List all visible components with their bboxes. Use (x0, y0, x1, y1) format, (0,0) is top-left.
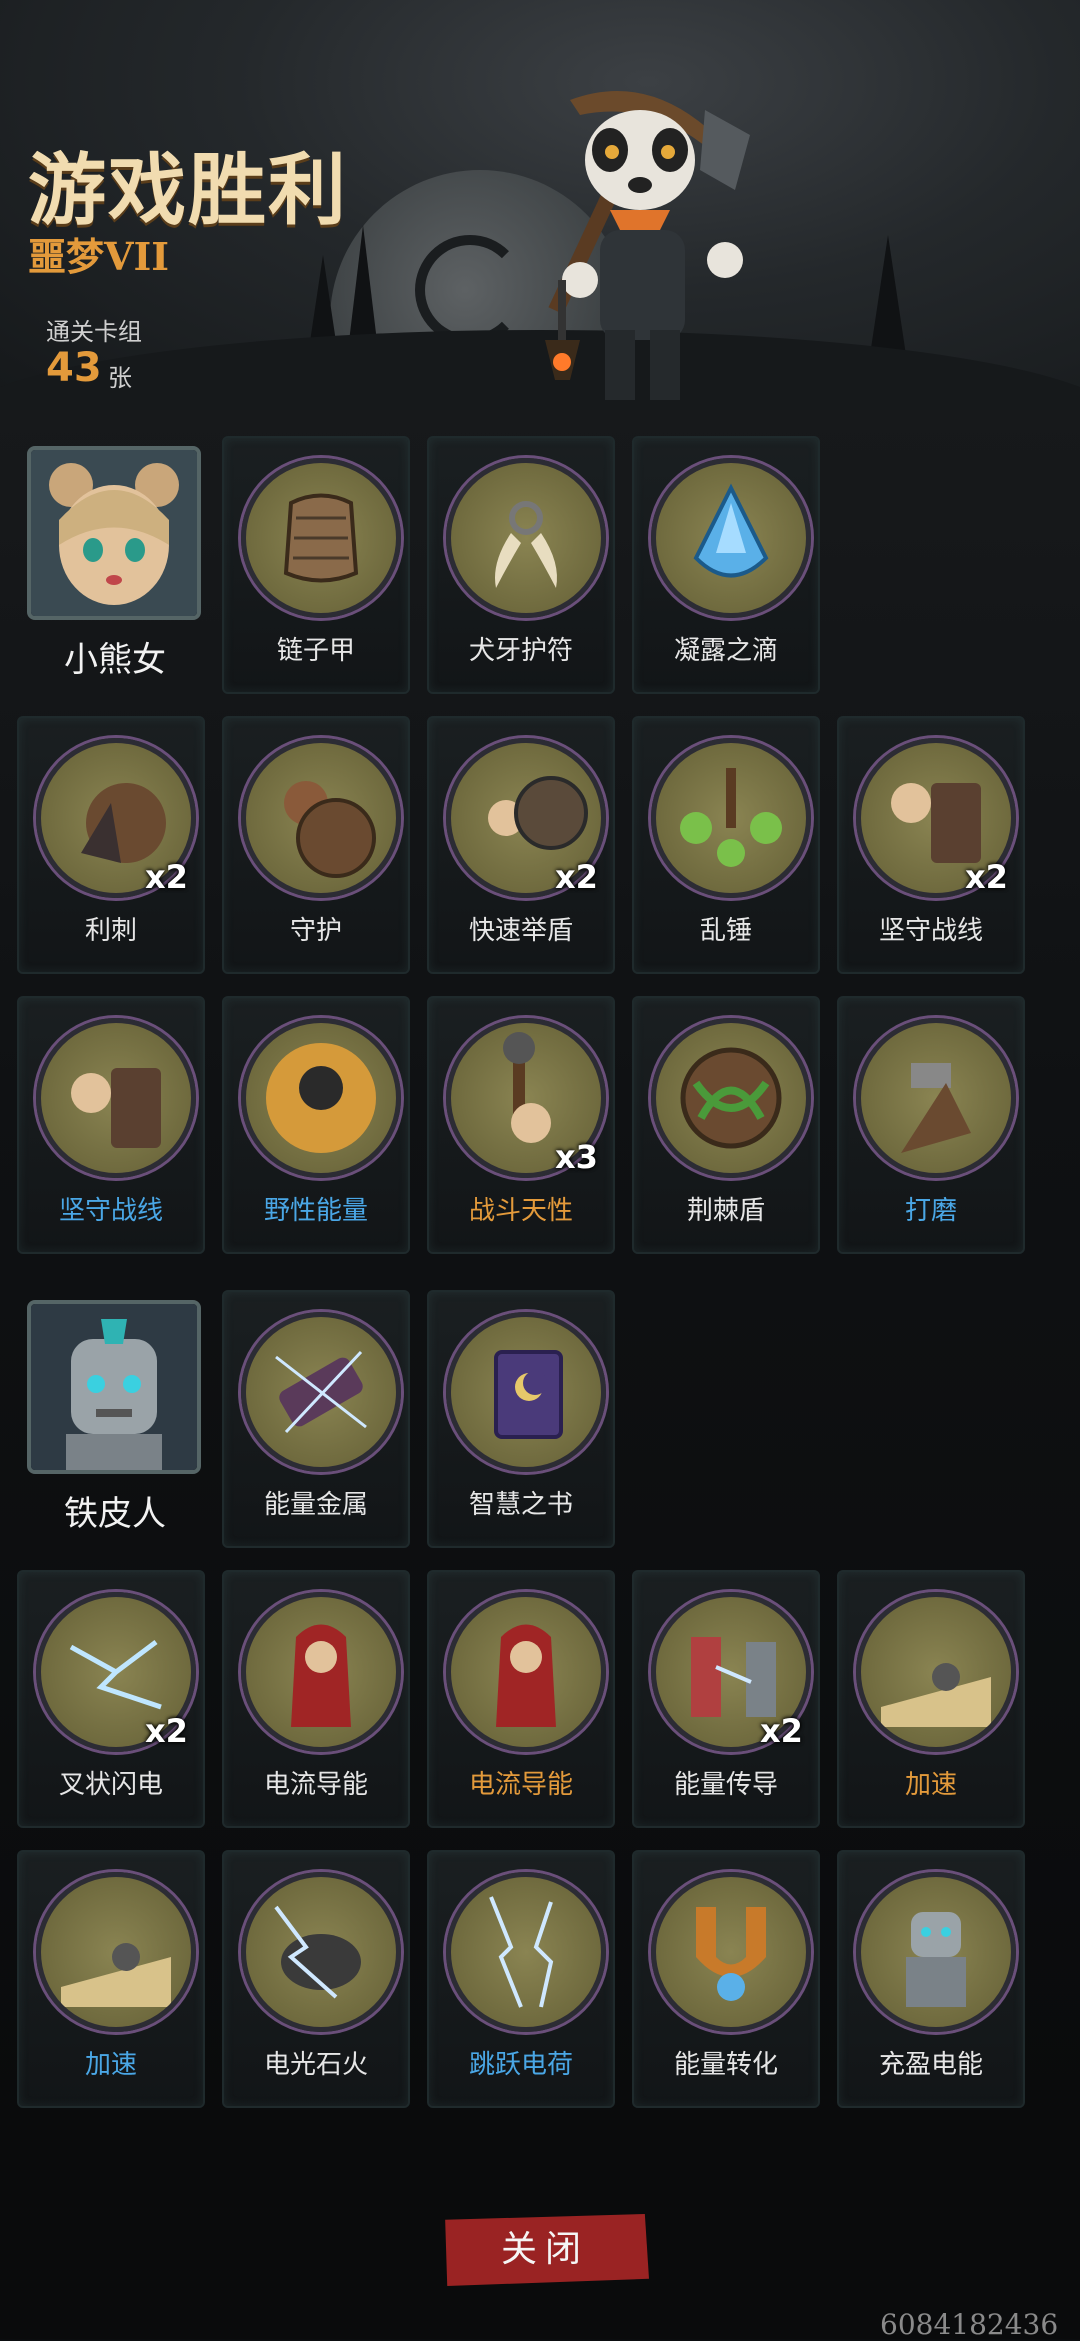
accelerate-icon (856, 1592, 1016, 1752)
card-label: 电流导能 (468, 1770, 573, 1800)
deck-card[interactable]: 荆棘盾 (632, 996, 820, 1254)
deck-card[interactable]: x2 利刺 (17, 716, 205, 974)
fang-amulet-icon (446, 458, 606, 618)
hammer-flurry-icon (651, 738, 811, 898)
card-label: 能量传导 (673, 1770, 778, 1800)
deck-label: 通关卡组 (46, 318, 142, 346)
deck-card[interactable]: x2 叉状闪电 (17, 1570, 205, 1828)
card-label: 充盈电能 (878, 2050, 983, 2080)
deck-list[interactable]: 小熊女 链子甲 犬牙护符 凝露之滴 x2 利刺 守护 x2 快速举盾 乱锤 x2… (0, 410, 1080, 2120)
card-label: 快速举盾 (468, 916, 573, 946)
relic-card[interactable]: 链子甲 (222, 436, 410, 694)
card-count: x2 (145, 858, 188, 896)
guard-icon (241, 738, 401, 898)
deck-card[interactable]: 跳跃电荷 (427, 1850, 615, 2108)
deck-card[interactable]: 能量转化 (632, 1850, 820, 2108)
card-label: 坚守战线 (878, 916, 983, 946)
victory-header: 游戏胜利 噩梦VII 通关卡组 43 张 (0, 0, 1080, 410)
relic-label: 凝露之滴 (673, 636, 778, 666)
energy-conversion-icon (651, 1872, 811, 2032)
wild-energy-icon (241, 1018, 401, 1178)
tin-man-avatar (31, 1304, 197, 1470)
relic-card[interactable]: 犬牙护符 (427, 436, 615, 694)
jumping-charge-icon (446, 1872, 606, 2032)
card-label: 电光石火 (263, 2050, 368, 2080)
current-conduction-icon (241, 1592, 401, 1752)
relic-card[interactable]: 凝露之滴 (632, 436, 820, 694)
card-count: x2 (965, 858, 1008, 896)
relic-label: 能量金属 (263, 1490, 368, 1520)
character-name: 铁皮人 (64, 1494, 166, 1534)
deck-card[interactable]: x2 坚守战线 (837, 716, 1025, 974)
watermark-id: 6084182436 (880, 2308, 1059, 2341)
tree-silhouette (870, 235, 906, 355)
thorn-shield-icon (651, 1018, 811, 1178)
sharpen-icon (856, 1018, 1016, 1178)
card-label: 跳跃电荷 (468, 2050, 573, 2080)
relic-label: 犬牙护符 (468, 636, 573, 666)
current-conduction-icon (446, 1592, 606, 1752)
relic-card[interactable]: 能量金属 (222, 1290, 410, 1548)
card-label: 乱锤 (699, 916, 752, 946)
character-portrait-bear-girl (27, 446, 201, 620)
character-portrait-tin-man (27, 1300, 201, 1474)
character-name: 小熊女 (64, 640, 166, 680)
deck-card[interactable]: 电流导能 (222, 1570, 410, 1828)
card-label: 电流导能 (263, 1770, 368, 1800)
close-button[interactable]: 关闭 (445, 2214, 649, 2286)
card-label: 坚守战线 (58, 1196, 163, 1226)
card-label: 战斗天性 (468, 1196, 573, 1226)
card-count: x3 (555, 1138, 598, 1176)
deck-card[interactable]: x3 战斗天性 (427, 996, 615, 1254)
panda-mascot-illustration (545, 91, 750, 400)
deck-card[interactable]: x2 快速举盾 (427, 716, 615, 974)
deck-unit: 张 (108, 364, 132, 392)
accelerate-icon (36, 1872, 196, 2032)
card-count: x2 (555, 858, 598, 896)
bear-girl-avatar (31, 450, 197, 616)
difficulty-level: 噩梦VII (28, 234, 170, 279)
deck-card[interactable]: 野性能量 (222, 996, 410, 1254)
deck-card[interactable]: 电光石火 (222, 1850, 410, 2108)
card-label: 打磨 (904, 1196, 957, 1226)
dew-drop-icon (651, 458, 811, 618)
card-label: 叉状闪电 (58, 1770, 163, 1800)
energy-metal-icon (241, 1312, 401, 1472)
deck-card[interactable]: 加速 (837, 1570, 1025, 1828)
relic-label: 智慧之书 (468, 1490, 573, 1520)
surging-power-icon (856, 1872, 1016, 2032)
deck-card[interactable]: 乱锤 (632, 716, 820, 974)
hold-the-line-icon (36, 1018, 196, 1178)
deck-card[interactable]: x2 能量传导 (632, 1570, 820, 1828)
card-count: x2 (145, 1712, 188, 1750)
deck-card[interactable]: 电流导能 (427, 1570, 615, 1828)
card-count: x2 (760, 1712, 803, 1750)
card-label: 荆棘盾 (686, 1196, 765, 1226)
deck-card[interactable]: 守护 (222, 716, 410, 974)
card-label: 加速 (904, 1770, 957, 1800)
card-label: 野性能量 (263, 1196, 368, 1226)
card-label: 守护 (289, 916, 342, 946)
deck-card[interactable]: 打磨 (837, 996, 1025, 1254)
deck-card[interactable]: 加速 (17, 1850, 205, 2108)
book-of-wisdom-icon (446, 1312, 606, 1472)
card-label: 加速 (84, 2050, 137, 2080)
deck-count: 43 (46, 345, 102, 391)
deck-card[interactable]: 坚守战线 (17, 996, 205, 1254)
chainmail-icon (241, 458, 401, 618)
victory-title: 游戏胜利 (28, 145, 349, 236)
deck-card[interactable]: 充盈电能 (837, 1850, 1025, 2108)
relic-label: 链子甲 (276, 636, 355, 666)
relic-card[interactable]: 智慧之书 (427, 1290, 615, 1548)
card-label: 能量转化 (673, 2050, 778, 2080)
lightning-flash-icon (241, 1872, 401, 2032)
card-label: 利刺 (84, 916, 137, 946)
